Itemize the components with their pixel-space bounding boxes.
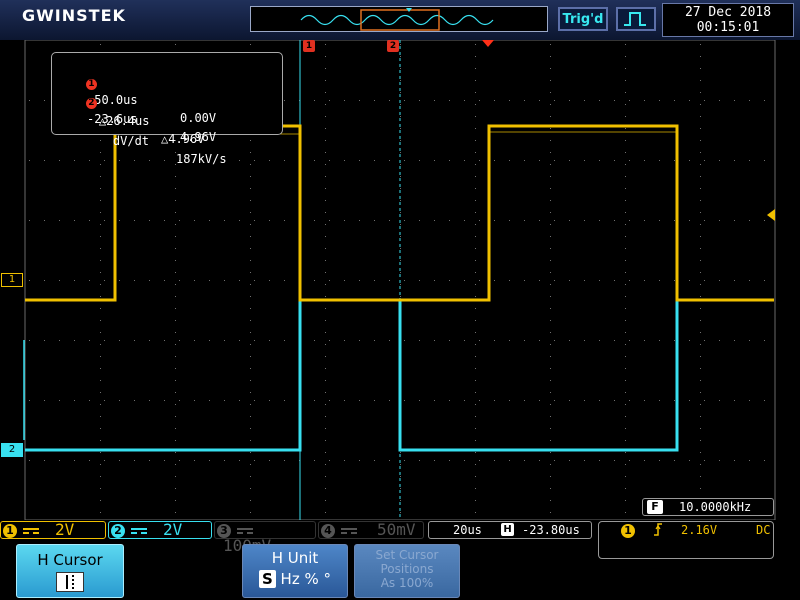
trigger-status-badge: Trig'd: [558, 7, 608, 31]
trigger-source-badge: 1: [621, 524, 635, 538]
horizontal-position-icon: H: [501, 523, 514, 536]
cursor-1-marker-label: 1: [305, 41, 313, 51]
ch4-badge: 4: [321, 523, 335, 538]
ch1-ground-marker[interactable]: 1: [1, 273, 23, 287]
waveform-overview: [250, 6, 548, 32]
set-cursor-line-3: As 100%: [380, 576, 434, 590]
set-cursor-line-1: Set Cursor: [375, 548, 439, 562]
h-unit-options: S Hz % °: [243, 570, 347, 588]
ch2-status[interactable]: 2 2V: [108, 521, 212, 539]
ch3-status[interactable]: 3100mV: [214, 521, 316, 554]
delta-voltage: △4.96V: [161, 132, 205, 146]
dvdt-value: 187kV/s: [176, 152, 227, 166]
unit-option-hz[interactable]: Hz: [281, 570, 300, 588]
cursor-1-marker[interactable]: 1: [303, 40, 315, 52]
date-text: 27 Dec 2018: [684, 5, 772, 20]
unit-option-seconds[interactable]: S: [258, 570, 276, 588]
cursor-readout-panel: 1 -50.0us 0.00V 2 -23.6us 4.96V △26.4us …: [51, 52, 283, 166]
ch2-badge: 2: [111, 523, 125, 538]
rising-edge-icon: [653, 522, 663, 542]
cursor-2-marker[interactable]: 2: [387, 40, 399, 52]
brand-logo: GWINSTEK: [22, 6, 126, 25]
trigger-status[interactable]: 1 2.16V DC: [598, 521, 774, 559]
cursor-2-marker-label: 2: [389, 41, 397, 51]
ch2-marker-label: 2: [8, 444, 16, 455]
trigger-level: 2.16V: [681, 523, 718, 537]
h-unit-label: H Unit: [271, 549, 319, 567]
unit-option-degree[interactable]: °: [324, 570, 332, 588]
timebase-scale: 20us: [453, 523, 482, 537]
ch1-status[interactable]: 1 2V: [0, 521, 106, 539]
timebase-position: -23.80us: [522, 523, 580, 537]
trigger-level-marker[interactable]: [767, 209, 775, 221]
ch4-scale: 50mV: [377, 520, 416, 539]
ch4-status[interactable]: 4 50mV: [318, 521, 424, 539]
dvdt-label: dV/dt: [112, 134, 150, 148]
ch1-marker-label: 1: [8, 274, 16, 285]
h-cursor-button[interactable]: H Cursor: [16, 544, 124, 598]
frequency-counter: F 10.0000kHz: [642, 498, 774, 516]
cursor-1-voltage: 0.00V: [180, 111, 217, 125]
cursor-bars-icon: [56, 572, 84, 592]
ch2-ground-marker[interactable]: 2: [1, 443, 23, 457]
dc-coupling-icon: [237, 527, 253, 534]
trigger-position-marker[interactable]: [482, 40, 494, 47]
dc-coupling-icon: [23, 527, 39, 534]
date-time-display: 27 Dec 2018 00:15:01: [662, 3, 794, 37]
trigger-coupling: DC: [756, 523, 771, 537]
time-text: 00:15:01: [696, 20, 760, 35]
ch2-scale: 2V: [163, 520, 183, 539]
dc-coupling-icon: [341, 527, 357, 534]
set-cursor-line-2: Positions: [380, 562, 434, 576]
h-cursor-label: H Cursor: [37, 551, 103, 569]
unit-option-percent[interactable]: %: [304, 570, 318, 588]
overview-waveform-icon: [300, 8, 494, 31]
dc-coupling-icon: [131, 527, 147, 534]
square-wave-icon: [616, 7, 656, 31]
h-unit-button[interactable]: H Unit S Hz % °: [242, 544, 348, 598]
timebase-status[interactable]: 20us H -23.80us: [428, 521, 592, 539]
frequency-icon: F: [647, 500, 663, 514]
header-bar: GWINSTEK Trig'd 27 Dec 2018 00:15:01: [0, 0, 800, 40]
set-cursor-positions-button[interactable]: Set Cursor Positions As 100%: [354, 544, 460, 598]
frequency-value: 10.0000kHz: [679, 500, 752, 514]
ch1-badge: 1: [3, 523, 17, 538]
ch1-scale: 2V: [55, 520, 75, 539]
